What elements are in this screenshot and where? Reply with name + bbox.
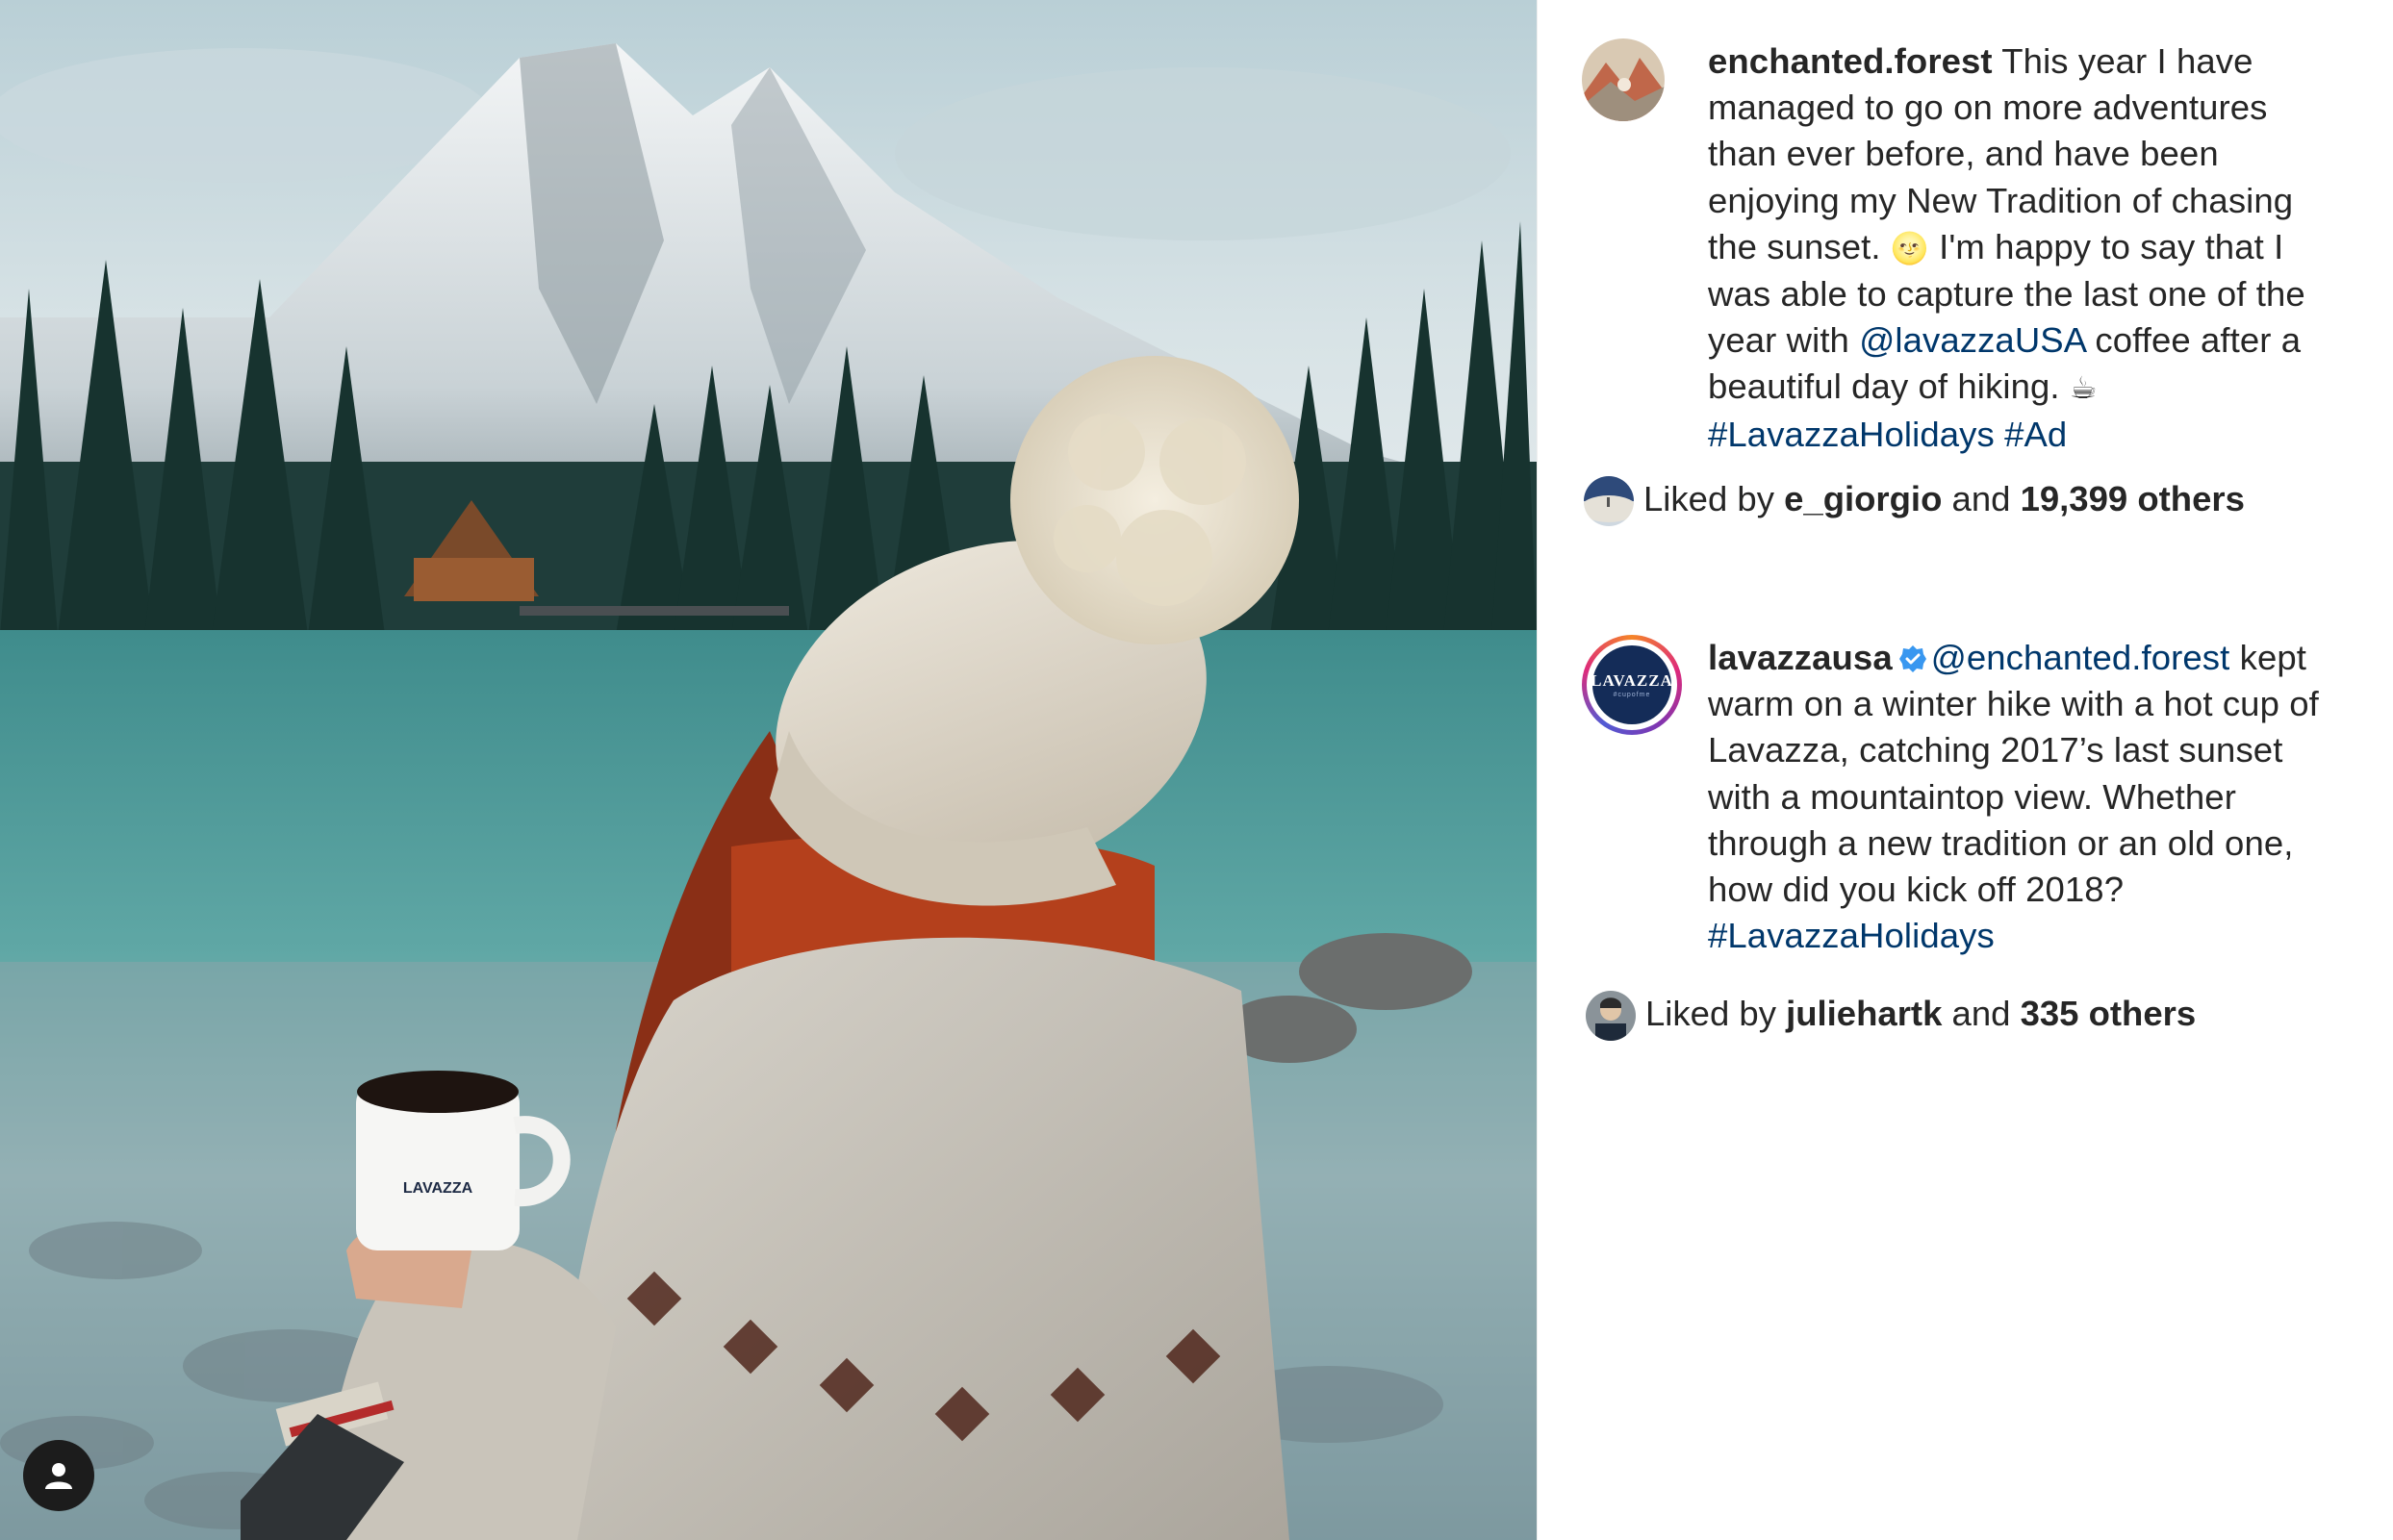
likes-count[interactable]: 335 others: [2021, 994, 2197, 1033]
liker-avatar[interactable]: [1586, 991, 1636, 1042]
lavazza-logo: LAVAZZA #cupofme: [1591, 645, 1672, 724]
post-photo[interactable]: LAVAZZA: [0, 0, 1537, 1540]
instagram-post-view: LAVAZZA enchanted.forest This year I hav…: [0, 0, 2393, 1540]
hashtag-link[interactable]: #LavazzaHolidays: [1708, 916, 1995, 955]
mention-link[interactable]: @lavazzaUSA: [1859, 320, 2085, 360]
mention-link[interactable]: @enchanted.forest: [1931, 638, 2230, 677]
likes-count[interactable]: 19,399 others: [2021, 479, 2245, 518]
likes-summary[interactable]: Liked by e_giorgio and 19,399 others: [1584, 476, 2245, 527]
coffee-emoji: ☕: [2069, 369, 2098, 407]
comments-panel: enchanted.forest This year I have manage…: [1537, 0, 2393, 1540]
comment-text: lavazzausa @enchanted.forest kept warm o…: [1708, 638, 2319, 956]
caption-text: enchanted.forest This year I have manage…: [1708, 41, 2305, 454]
hashtag-link[interactable]: #Ad: [2004, 415, 2067, 454]
post-photo-image: LAVAZZA: [0, 0, 1537, 1540]
avatar-lavazzausa[interactable]: LAVAZZA #cupofme: [1582, 635, 1682, 735]
hashtag-link[interactable]: #LavazzaHolidays: [1708, 415, 1995, 454]
liker-avatar[interactable]: [1584, 476, 1634, 527]
sun-emoji: 🌝: [1890, 229, 1929, 266]
user-tag-icon[interactable]: [23, 1440, 94, 1511]
mug-brand-text: LAVAZZA: [403, 1180, 473, 1197]
avatar-enchanted-forest[interactable]: [1582, 38, 1665, 121]
likes-summary[interactable]: Liked by juliehartk and 335 others: [1586, 991, 2197, 1042]
username-link[interactable]: enchanted.forest: [1708, 41, 1993, 81]
liker-username[interactable]: juliehartk: [1786, 994, 1942, 1033]
username-link[interactable]: lavazzausa: [1708, 638, 1893, 677]
liker-username[interactable]: e_giorgio: [1784, 479, 1942, 518]
verified-badge-icon: [1898, 645, 1926, 672]
